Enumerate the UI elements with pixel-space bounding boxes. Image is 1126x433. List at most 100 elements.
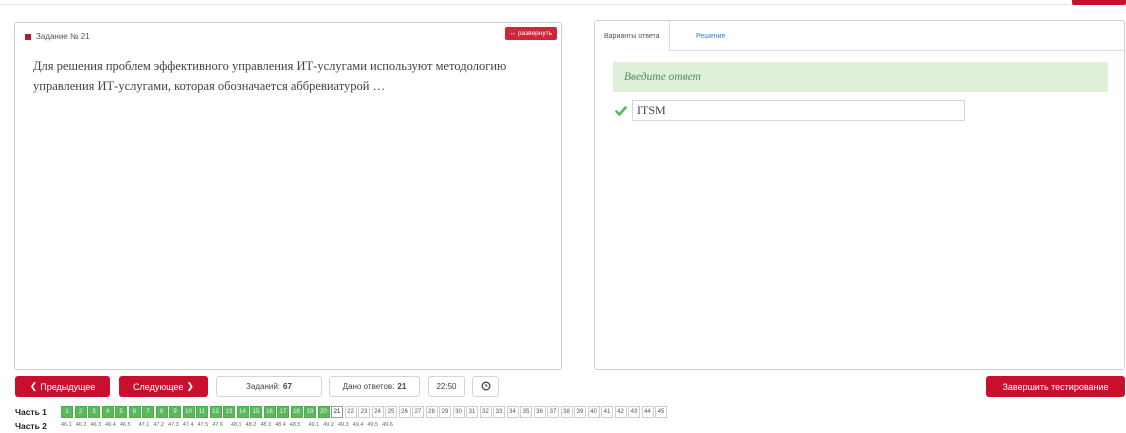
question-cell[interactable]: 47.5 bbox=[197, 422, 208, 431]
question-cell[interactable]: 47.4 bbox=[183, 422, 194, 431]
question-cell[interactable]: 49.2 bbox=[323, 422, 334, 431]
question-cell[interactable]: 19 bbox=[304, 406, 316, 418]
question-cell[interactable]: 31 bbox=[466, 406, 478, 418]
question-cell[interactable]: 2 bbox=[74, 406, 87, 418]
question-cell[interactable]: 30 bbox=[452, 406, 465, 418]
question-cell[interactable]: 46.1 bbox=[61, 422, 72, 431]
part2-nav: Часть 2 46.1 46.2 46.3 46.4 46.5 47.1 47.2 47.3… bbox=[15, 421, 397, 431]
question-cell[interactable]: 15 bbox=[250, 406, 262, 418]
tasks-counter: Заданий: 67 bbox=[216, 376, 322, 397]
question-cell[interactable]: 11 bbox=[196, 406, 208, 418]
question-cell[interactable]: 32 bbox=[479, 406, 492, 418]
task-panel: Задание № 21 ↔ развернуть Для решения пр… bbox=[14, 22, 562, 370]
top-accent-bar bbox=[1072, 0, 1126, 5]
timer: 22:50 bbox=[428, 376, 465, 397]
question-cell[interactable]: 8 bbox=[155, 406, 168, 418]
check-icon bbox=[615, 105, 627, 117]
question-cell[interactable]: 48.5 bbox=[290, 422, 301, 431]
question-cell[interactable]: 5 bbox=[115, 406, 127, 418]
question-cell[interactable]: 16 bbox=[263, 406, 276, 418]
question-cell[interactable]: 12 bbox=[209, 406, 222, 418]
question-cell[interactable]: 41 bbox=[601, 406, 613, 418]
question-cell[interactable]: 45 bbox=[655, 406, 667, 418]
tasks-label: Заданий: bbox=[246, 382, 281, 391]
question-cell[interactable]: 34 bbox=[506, 406, 519, 418]
question-cell[interactable]: 49.6 bbox=[382, 422, 393, 431]
question-cell[interactable]: 49.3 bbox=[338, 422, 349, 431]
clock-icon bbox=[481, 381, 491, 393]
part2-label: Часть 2 bbox=[15, 421, 47, 431]
part2-cells: 46.1 46.2 46.3 46.4 46.5 47.1 47.2 47.3 47.4 47.5… bbox=[61, 422, 397, 431]
answered-label: Дано ответов: bbox=[342, 382, 395, 391]
question-cell[interactable]: 46.5 bbox=[120, 422, 131, 431]
answered-counter: Дано ответов: 21 bbox=[329, 376, 420, 397]
question-cell[interactable]: 48.1 bbox=[231, 422, 242, 431]
tab-solution[interactable]: Решение bbox=[687, 21, 734, 52]
finish-test-button[interactable]: Завершить тестирование bbox=[986, 376, 1125, 397]
question-cell[interactable]: 28 bbox=[425, 406, 438, 418]
question-cell[interactable]: 17 bbox=[277, 406, 289, 418]
expand-label: развернуть bbox=[518, 30, 552, 37]
question-cell[interactable]: 26 bbox=[398, 406, 411, 418]
question-cell[interactable]: 48.3 bbox=[260, 422, 271, 431]
task-header: Задание № 21 bbox=[25, 32, 90, 41]
question-cell[interactable]: 23 bbox=[358, 406, 370, 418]
prev-button[interactable]: ❮ Предыдущее bbox=[15, 376, 110, 397]
question-cell[interactable]: 46.3 bbox=[90, 422, 101, 431]
answer-tabs: Варианты ответа Решение bbox=[595, 21, 1124, 52]
clock-button[interactable] bbox=[472, 376, 499, 397]
question-cell[interactable]: 4 bbox=[101, 406, 114, 418]
question-cell[interactable]: 33 bbox=[493, 406, 505, 418]
question-cell[interactable]: 35 bbox=[520, 406, 532, 418]
next-button[interactable]: Следующее ❯ bbox=[119, 376, 208, 397]
question-text: Для решения проблем эффективного управле… bbox=[33, 59, 507, 93]
question-cell[interactable]: 48.4 bbox=[275, 422, 286, 431]
part1-nav: Часть 1 1 2 3 4 5 6 7 8 9 10 11 12 13 14 15 16 17 18 19 20 2… bbox=[15, 406, 669, 418]
question-cell[interactable]: 13 bbox=[223, 406, 235, 418]
question-cell[interactable]: 42 bbox=[614, 406, 627, 418]
question-cell[interactable]: 7 bbox=[142, 406, 154, 418]
answer-prompt-banner: Введите ответ bbox=[613, 62, 1108, 92]
top-divider bbox=[0, 4, 1070, 5]
question-cell[interactable]: 40 bbox=[587, 406, 600, 418]
question-cell[interactable]: 39 bbox=[574, 406, 586, 418]
question-cell[interactable]: 22 bbox=[344, 406, 357, 418]
question-cell[interactable]: 43 bbox=[628, 406, 640, 418]
question-cell[interactable]: 29 bbox=[439, 406, 451, 418]
question-cell[interactable]: 14 bbox=[236, 406, 249, 418]
question-cell[interactable]: 36 bbox=[533, 406, 546, 418]
question-cell[interactable]: 47.2 bbox=[153, 422, 164, 431]
chevron-right-icon: ❯ bbox=[186, 381, 194, 391]
expand-button[interactable]: ↔ развернуть bbox=[504, 27, 557, 40]
question-cell[interactable]: 24 bbox=[371, 406, 384, 418]
question-cell[interactable]: 47.6 bbox=[212, 422, 223, 431]
question-cell[interactable]: 44 bbox=[641, 406, 654, 418]
question-cell[interactable]: 46.4 bbox=[105, 422, 116, 431]
question-cell[interactable]: 21 bbox=[331, 406, 343, 418]
question-cell[interactable]: 37 bbox=[547, 406, 559, 418]
question-cell[interactable]: 49.1 bbox=[309, 422, 320, 431]
question-cell[interactable]: 46.2 bbox=[76, 422, 87, 431]
question-cell[interactable]: 9 bbox=[169, 406, 181, 418]
question-cell[interactable]: 38 bbox=[560, 406, 573, 418]
question-cell[interactable]: 18 bbox=[290, 406, 303, 418]
question-cell[interactable]: 49.5 bbox=[367, 422, 378, 431]
question-cell[interactable]: 49.4 bbox=[353, 422, 364, 431]
question-cell[interactable]: 47.3 bbox=[168, 422, 179, 431]
question-cell[interactable]: 27 bbox=[412, 406, 424, 418]
question-cell[interactable]: 3 bbox=[88, 406, 100, 418]
question-cell[interactable]: 1 bbox=[61, 406, 73, 418]
question-cell[interactable]: 20 bbox=[317, 406, 330, 418]
next-label: Следующее bbox=[133, 381, 184, 392]
question-cell[interactable]: 47.1 bbox=[139, 422, 150, 431]
question-cell[interactable]: 6 bbox=[128, 406, 141, 418]
question-cell[interactable]: 48.2 bbox=[246, 422, 257, 431]
chevron-left-icon: ❮ bbox=[29, 381, 38, 391]
answer-input[interactable] bbox=[632, 100, 965, 121]
answered-count: 21 bbox=[397, 382, 407, 391]
tab-answer-options[interactable]: Варианты ответа bbox=[595, 21, 670, 52]
part1-label: Часть 1 bbox=[15, 407, 47, 417]
question-cell[interactable]: 25 bbox=[385, 406, 397, 418]
question-cell[interactable]: 10 bbox=[182, 406, 195, 418]
prev-label: Предыдущее bbox=[40, 381, 96, 392]
